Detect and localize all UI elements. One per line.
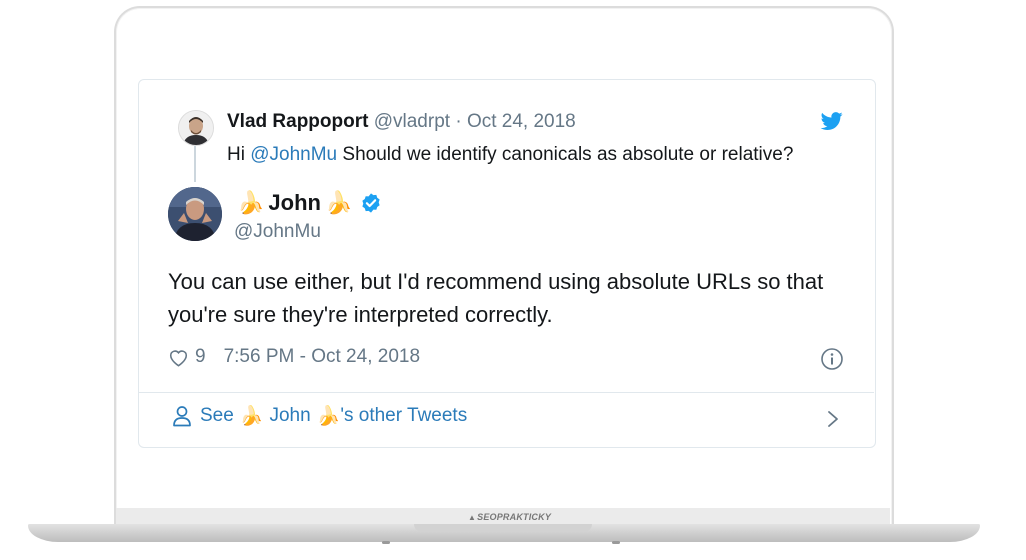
reply-text-rest: Should we identify canonicals as absolut… bbox=[337, 144, 794, 165]
banana-emoji: 🍌 bbox=[237, 190, 265, 215]
tweet-body: You can use either, but I'd recommend us… bbox=[168, 269, 824, 327]
banana-emoji: 🍌 bbox=[316, 406, 341, 427]
reply-author-handle[interactable]: @vladrpt bbox=[374, 111, 450, 132]
tweet-stats: 9 7:56 PM - Oct 24, 2018 bbox=[168, 346, 420, 368]
author-name[interactable]: John bbox=[268, 190, 321, 216]
reply-mention-link[interactable]: @JohnMu bbox=[250, 144, 337, 165]
see-other-tweets-link[interactable]: See 🍌 John 🍌 's other Tweets bbox=[172, 404, 467, 428]
card-divider bbox=[139, 392, 874, 393]
brand-text: SEOPRAKTICKY bbox=[477, 512, 552, 522]
laptop-foot bbox=[612, 541, 620, 544]
author-name-row[interactable]: 🍌 John 🍌 bbox=[233, 190, 382, 216]
author-handle[interactable]: @JohnMu bbox=[234, 221, 321, 243]
reply-date[interactable]: Oct 24, 2018 bbox=[467, 111, 576, 132]
tweet-timestamp[interactable]: 7:56 PM - Oct 24, 2018 bbox=[224, 346, 420, 368]
brand-logo-icon: ▲ bbox=[468, 513, 477, 522]
person-photo-icon bbox=[179, 111, 213, 145]
info-icon[interactable] bbox=[820, 347, 844, 371]
thread-connector bbox=[194, 146, 196, 182]
like-count[interactable]: 9 bbox=[195, 346, 206, 368]
other-tweets-name: John bbox=[269, 405, 311, 426]
laptop-notch bbox=[414, 524, 592, 532]
banana-emoji: 🍌 bbox=[239, 406, 264, 427]
chevron-right-icon[interactable] bbox=[826, 410, 840, 428]
banana-emoji: 🍌 bbox=[324, 190, 353, 215]
heart-icon[interactable] bbox=[168, 348, 189, 367]
twitter-bird-icon[interactable] bbox=[820, 110, 844, 132]
reply-author-name[interactable]: Vlad Rappoport bbox=[227, 111, 368, 132]
verified-badge-icon bbox=[362, 193, 380, 213]
reply-separator: · bbox=[450, 111, 467, 132]
author-avatar[interactable] bbox=[168, 187, 222, 241]
person-icon bbox=[173, 406, 191, 427]
other-tweets-suffix: 's other Tweets bbox=[340, 405, 468, 426]
laptop-brand: ▲SEOPRAKTICKY bbox=[468, 512, 551, 522]
reply-text: Hi @JohnMu Should we identify canonicals… bbox=[227, 144, 793, 166]
reply-header: Vlad Rappoport @vladrpt · Oct 24, 2018 bbox=[227, 111, 576, 133]
reply-text-prefix: Hi bbox=[227, 144, 251, 165]
person-photo-icon bbox=[168, 187, 222, 241]
laptop-foot bbox=[382, 541, 390, 544]
reply-author-avatar[interactable] bbox=[178, 110, 214, 146]
see-label: See bbox=[200, 405, 234, 426]
